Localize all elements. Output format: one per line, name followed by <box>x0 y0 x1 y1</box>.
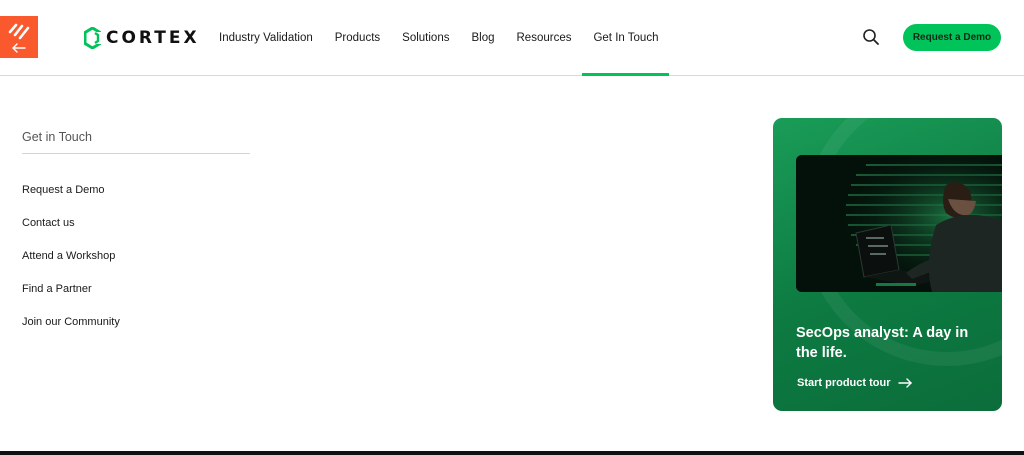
get-in-touch-menu: Get in Touch Request a Demo Contact us A… <box>22 130 250 328</box>
nav-get-in-touch[interactable]: Get In Touch <box>582 0 670 76</box>
side-link-join-community[interactable]: Join our Community <box>22 316 120 328</box>
side-link-find-partner[interactable]: Find a Partner <box>22 283 92 295</box>
nav-products[interactable]: Products <box>324 0 391 75</box>
promo-cta-label: Start product tour <box>797 377 891 389</box>
arrow-left-icon <box>12 42 26 53</box>
logo-text: CORTEX <box>106 28 200 48</box>
side-menu-title: Get in Touch <box>22 130 250 154</box>
side-link-contact-us[interactable]: Contact us <box>22 217 75 229</box>
nav-solutions[interactable]: Solutions <box>391 0 460 75</box>
nav-industry-validation[interactable]: Industry Validation <box>208 0 324 75</box>
analyst-laptop-image <box>796 155 1002 292</box>
arrow-right-icon <box>897 378 912 388</box>
side-link-attend-workshop[interactable]: Attend a Workshop <box>22 250 115 262</box>
search-icon[interactable] <box>862 28 880 46</box>
site-header: CORTEX Industry Validation Products Solu… <box>0 0 1024 76</box>
paloalto-logo-icon <box>8 23 30 39</box>
nav-resources[interactable]: Resources <box>506 0 583 75</box>
cortex-logo[interactable]: CORTEX <box>84 26 200 50</box>
bottom-divider <box>0 451 1024 455</box>
product-tour-card[interactable]: SecOps analyst: A day in the life. Start… <box>773 118 1002 411</box>
request-demo-button[interactable]: Request a Demo <box>903 24 1001 51</box>
start-product-tour-link[interactable]: Start product tour <box>797 377 913 389</box>
side-link-request-demo[interactable]: Request a Demo <box>22 184 105 196</box>
promo-title: SecOps analyst: A day in the life. <box>796 325 969 361</box>
back-to-parent-badge[interactable] <box>0 16 38 58</box>
cortex-mark-icon <box>84 27 101 49</box>
nav-blog[interactable]: Blog <box>460 0 505 75</box>
main-nav: Industry Validation Products Solutions B… <box>208 0 670 76</box>
